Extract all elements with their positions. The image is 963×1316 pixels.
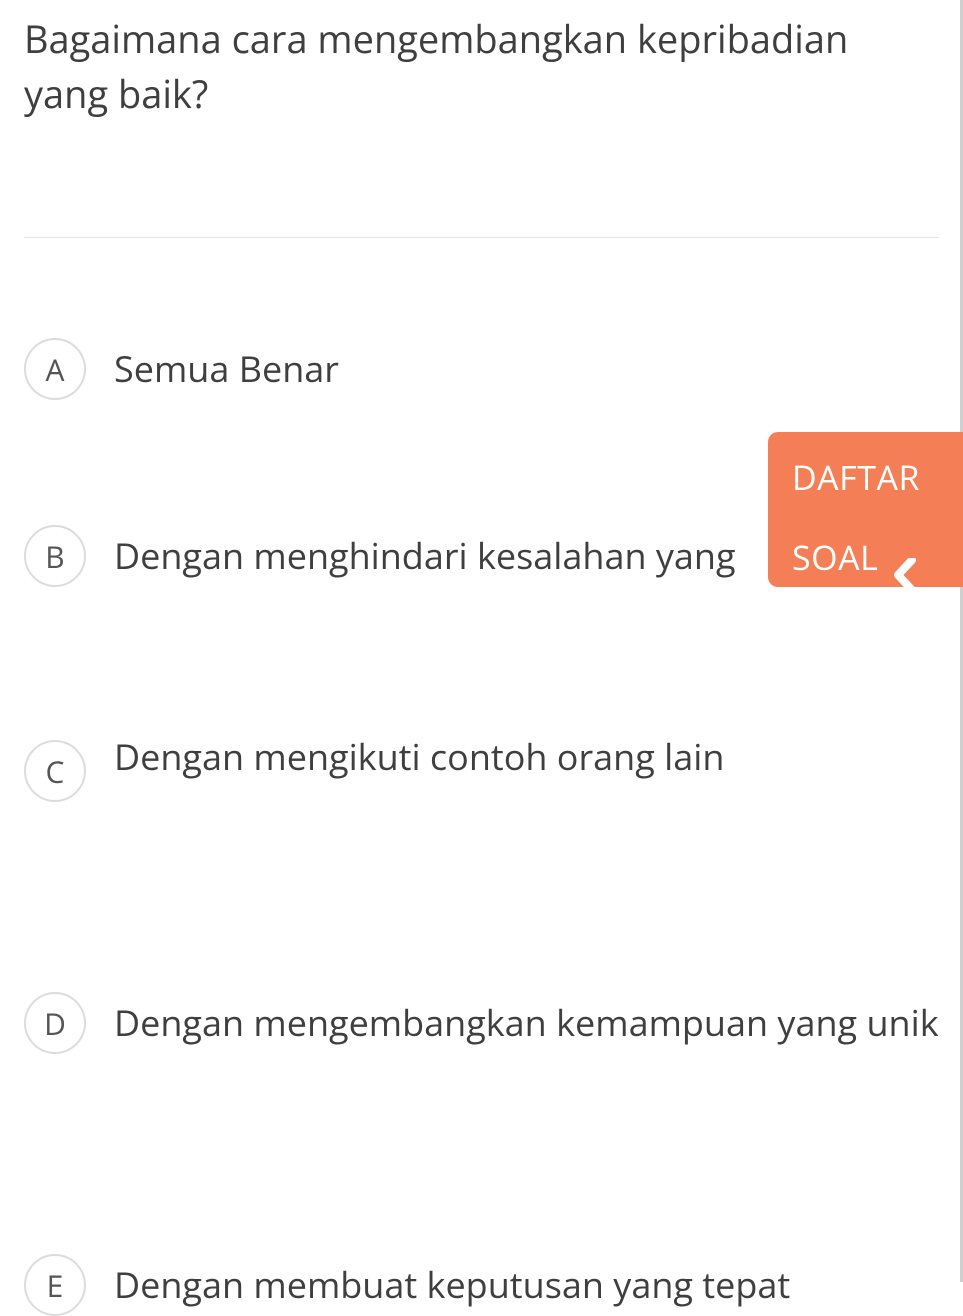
option-text: Dengan menghindari kesalahan yang [114,531,736,581]
question-list-tab[interactable]: DAFTAR SOAL [768,432,963,587]
option-letter: E [24,1254,86,1316]
option-c[interactable]: C Dengan mengikuti contoh orang lain [24,732,939,802]
option-text: Semua Benar [114,344,339,394]
option-text: Dengan membuat keputusan yang tepat [114,1260,790,1310]
tab-line2: SOAL [792,530,878,584]
tab-line2-row: SOAL [792,530,953,584]
option-e[interactable]: E Dengan membuat keputusan yang tepat [24,1254,939,1316]
divider [24,237,939,238]
option-text: Dengan mengikuti contoh orang lain [114,732,724,782]
tab-line1: DAFTAR [792,450,953,504]
option-letter: C [24,740,86,802]
option-letter: D [24,992,86,1054]
option-text: Dengan mengembangkan kemampuan yang unik [114,998,939,1048]
option-a[interactable]: A Semua Benar [24,338,939,400]
option-d[interactable]: D Dengan mengembangkan kemampuan yang un… [24,992,939,1054]
option-letter: B [24,525,86,587]
quiz-screen: Bagaimana cara mengembangkan kepribadian… [0,0,963,1282]
question-text: Bagaimana cara mengembangkan kepribadian… [0,0,963,122]
option-letter: A [24,338,86,400]
